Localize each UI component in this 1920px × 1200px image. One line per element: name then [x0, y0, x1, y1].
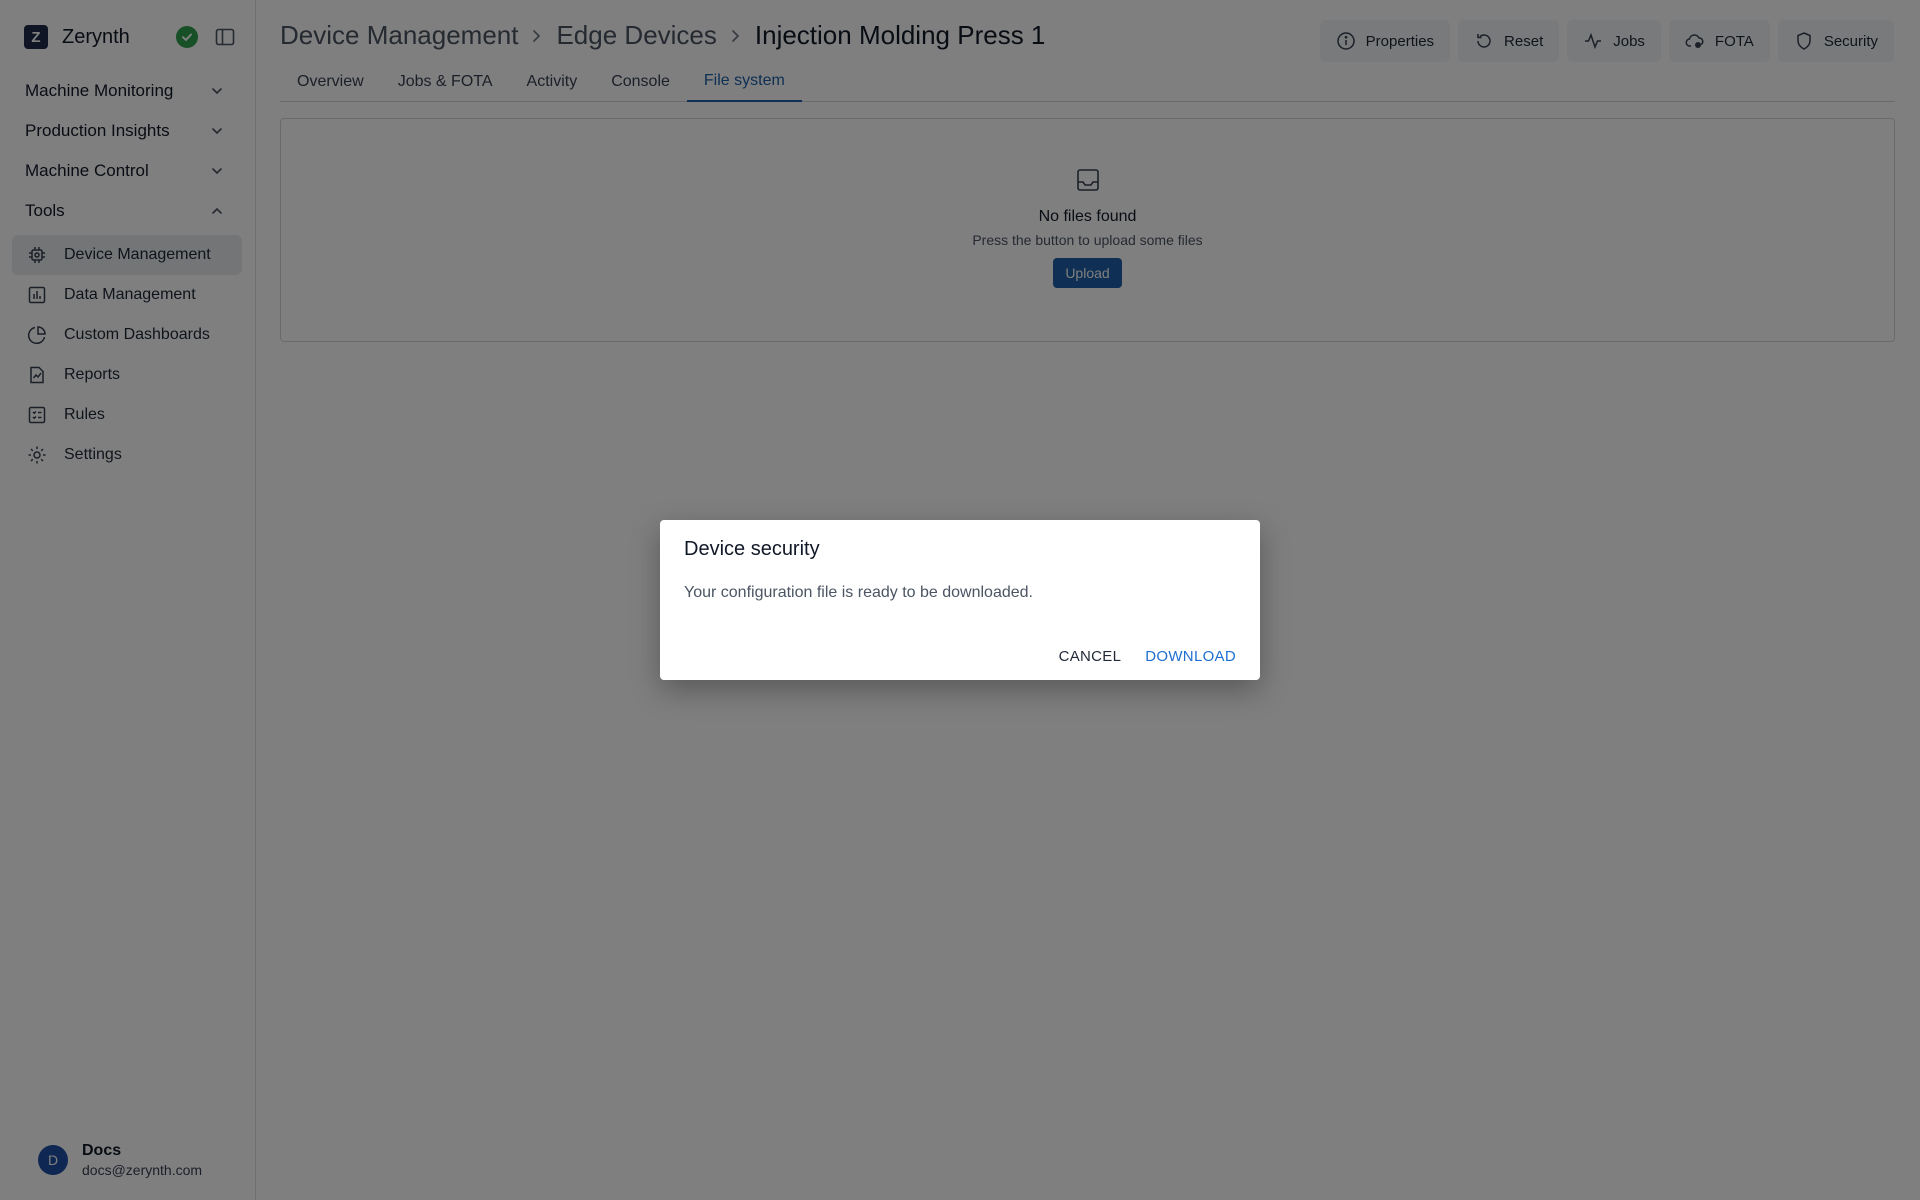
dialog-message: Your configuration file is ready to be d…	[684, 584, 1033, 601]
dialog-actions: CANCEL DOWNLOAD	[1051, 640, 1244, 672]
download-button[interactable]: DOWNLOAD	[1137, 640, 1244, 672]
dialog-title: Device security	[684, 538, 820, 560]
cancel-button[interactable]: CANCEL	[1051, 640, 1130, 672]
device-security-dialog: Device security Your configuration file …	[660, 520, 1260, 680]
